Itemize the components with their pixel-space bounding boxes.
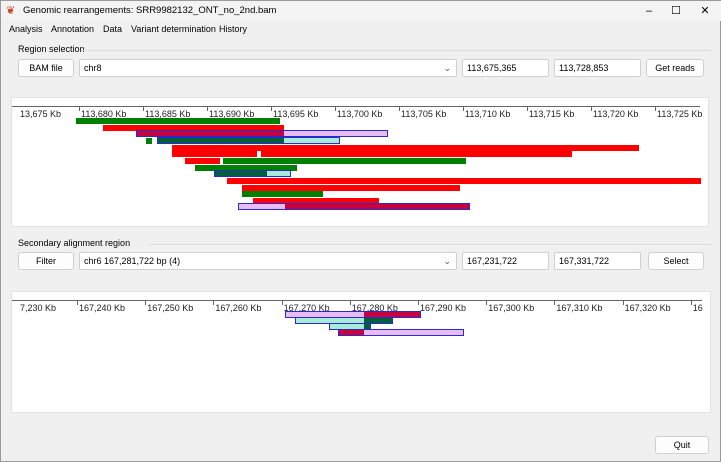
region-start-input[interactable]: 113,675,365 — [462, 59, 549, 77]
chromosome-value: chr8 — [84, 63, 102, 73]
axis-tick — [399, 106, 400, 111]
menu-analysis[interactable]: Analysis — [9, 24, 43, 34]
axis-tick — [418, 300, 419, 305]
read-segment[interactable] — [76, 118, 280, 124]
axis-tick — [79, 106, 80, 111]
tick-label: 113,705 Kb — [401, 109, 447, 119]
tick-label: 113,700 Kb — [337, 109, 383, 119]
chevron-down-icon: ⌄ — [443, 63, 451, 73]
secondary-alignment-label: Secondary alignment region — [18, 238, 131, 248]
axis-tick — [143, 106, 144, 111]
chevron-down-icon: ⌄ — [443, 256, 451, 266]
tick-label: 167,310 Kb — [556, 303, 603, 313]
tick-label: 16 — [692, 303, 703, 313]
axis-tick — [622, 300, 624, 305]
close-button[interactable]: ✕ — [691, 3, 719, 19]
axis-tick — [463, 106, 464, 111]
get-reads-button[interactable]: Get reads — [646, 59, 704, 77]
divider — [81, 50, 711, 51]
maximize-button[interactable]: ☐ — [662, 3, 690, 19]
split-read-outline — [238, 203, 471, 211]
axis-tick — [335, 106, 336, 111]
read-segment[interactable] — [223, 157, 466, 164]
axis-tick — [486, 300, 488, 305]
quit-button[interactable]: Quit — [655, 436, 709, 454]
tick-label: 167,240 Kb — [79, 303, 126, 313]
select-button[interactable]: Select — [648, 252, 704, 270]
secondary-start-input[interactable]: 167,231,722 — [462, 252, 549, 270]
tick-label: 167,250 Kb — [147, 303, 194, 313]
axis-tick — [77, 300, 78, 305]
chromosome-select[interactable]: chr8 ⌄ — [79, 59, 457, 77]
axis-tick — [554, 300, 556, 305]
menu-annotation[interactable]: Annotation — [51, 24, 94, 34]
axis-tick — [527, 106, 528, 111]
menu-history[interactable]: History — [219, 24, 247, 34]
tick-label: 13,675 Kb — [20, 109, 62, 119]
read-segment[interactable] — [172, 144, 639, 151]
read-segment[interactable] — [227, 177, 702, 184]
title-bar: ❦ Genomic rearrangements: SRR9982132_ONT… — [1, 1, 721, 21]
app-logo-icon: ❦ — [6, 5, 16, 17]
read-segment[interactable] — [260, 151, 572, 158]
tick-label: 167,300 Kb — [488, 303, 535, 313]
region-end-input[interactable]: 113,728,853 — [554, 59, 641, 77]
read-segment[interactable] — [241, 184, 461, 191]
axis-line — [12, 300, 702, 301]
minimize-button[interactable]: – — [635, 3, 663, 19]
filter-button[interactable]: Filter — [18, 252, 74, 270]
secondary-read-track[interactable]: 7,230 Kb 167,240 Kb 167,250 Kb 167,260 Kb 16… — [11, 291, 711, 413]
axis-tick — [145, 300, 147, 305]
axis-tick — [690, 300, 692, 305]
bam-file-button[interactable]: BAM file — [18, 59, 74, 77]
read-segment[interactable] — [185, 157, 220, 164]
secondary-end-input[interactable]: 167,331,722 — [554, 252, 641, 270]
axis-tick — [281, 300, 283, 305]
tick-label: 113,720 Kb — [593, 109, 639, 119]
axis-tick — [271, 106, 272, 111]
split-read-outline — [157, 136, 340, 144]
tick-label: 7,230 Kb — [20, 303, 57, 313]
menu-data[interactable]: Data — [103, 24, 122, 34]
axis-tick — [207, 106, 208, 111]
divider — [149, 244, 711, 245]
read-segment[interactable] — [241, 191, 324, 198]
read-segment[interactable] — [145, 137, 152, 144]
read-segment[interactable] — [172, 151, 257, 158]
tick-label: 113,725 Kb — [657, 109, 703, 119]
menu-bar: Analysis Annotation Data Variant determi… — [1, 21, 721, 37]
axis-tick — [213, 300, 215, 305]
axis-line — [12, 106, 700, 107]
axis-tick — [591, 106, 592, 111]
tick-label: 113,710 Kb — [465, 109, 511, 119]
menu-variant-determination[interactable]: Variant determination — [131, 24, 216, 34]
tick-label: 113,715 Kb — [529, 109, 575, 119]
split-read-outline — [337, 329, 464, 336]
axis-tick — [655, 106, 656, 111]
split-read-outline — [213, 170, 292, 178]
tick-label: 167,290 Kb — [420, 303, 467, 313]
secondary-region-value: chr6 167,281,722 bp (4) — [84, 256, 181, 266]
secondary-region-select[interactable]: chr6 167,281,722 bp (4) ⌄ — [79, 252, 457, 270]
window-title: Genomic rearrangements: SRR9982132_ONT_n… — [23, 5, 277, 16]
tick-label: 167,260 Kb — [215, 303, 262, 313]
axis-tick — [349, 300, 351, 305]
primary-read-track[interactable]: 13,675 Kb 113,680 Kb 113,685 Kb 113,690 Kb 1… — [11, 97, 709, 227]
region-selection-label: Region selection — [18, 44, 85, 54]
tick-label: 167,320 Kb — [624, 303, 671, 313]
